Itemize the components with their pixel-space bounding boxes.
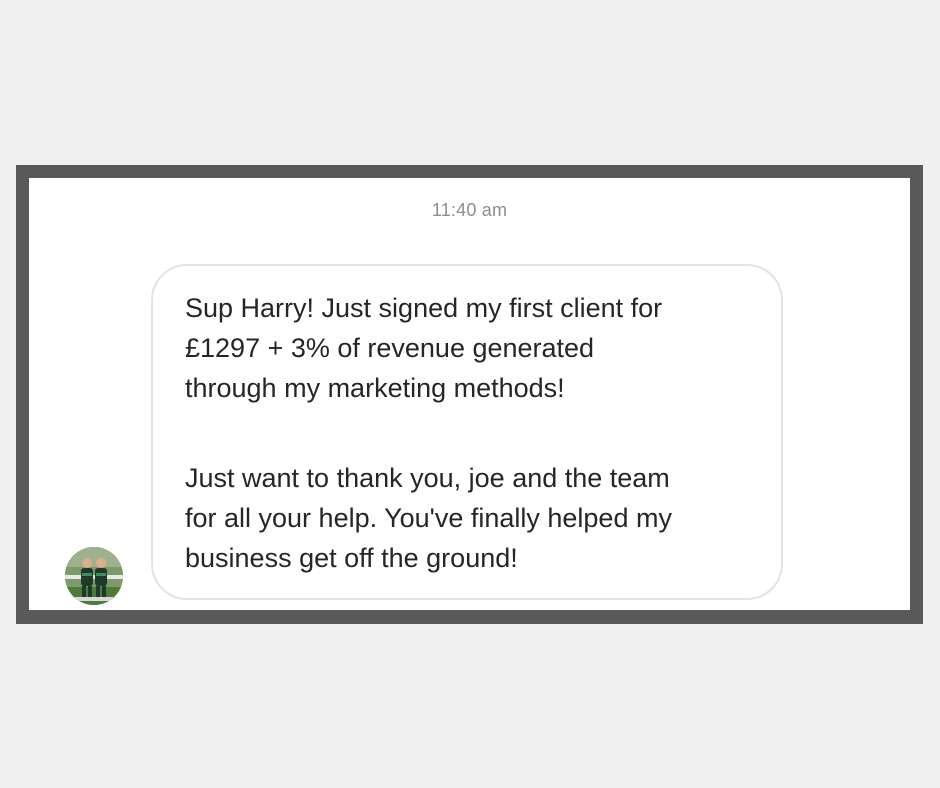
- message-timestamp: 11:40 am: [431, 200, 508, 220]
- sender-avatar[interactable]: [65, 547, 123, 605]
- message-paragraph-1: Sup Harry! Just signed my first client f…: [185, 293, 663, 403]
- message-paragraph-2: Just want to thank you, joe and the team…: [185, 463, 672, 573]
- screenshot-frame: 11:40 am Sup Harry! Just signed my first…: [16, 165, 923, 624]
- chat-screen: 11:40 am Sup Harry! Just signed my first…: [29, 178, 910, 610]
- profile-photo-icon: [65, 547, 123, 605]
- message-bubble[interactable]: Sup Harry! Just signed my first client f…: [151, 264, 783, 600]
